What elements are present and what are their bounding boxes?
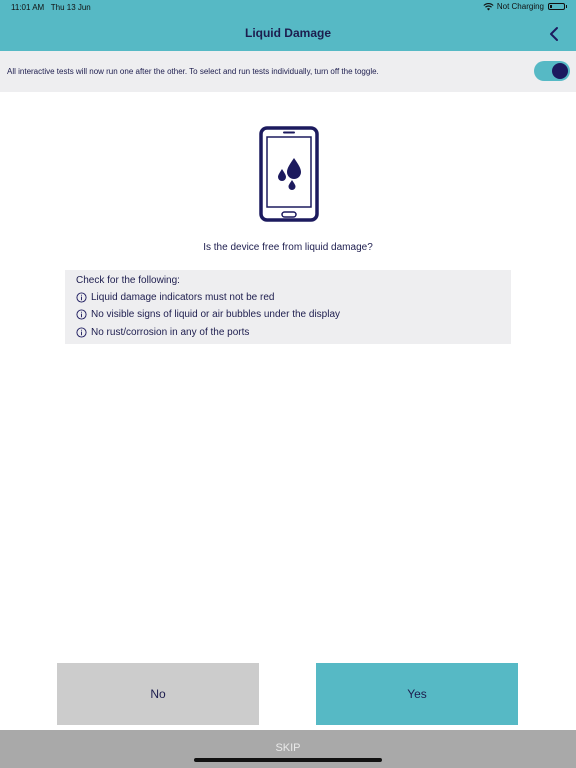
- wifi-icon: [483, 3, 494, 11]
- sequential-mode-banner: All interactive tests will now run one a…: [0, 51, 576, 92]
- status-time: 11:01 AM Thu 13 Jun: [11, 3, 91, 12]
- checklist-item: No rust/corrosion in any of the ports: [76, 327, 249, 338]
- yes-button[interactable]: Yes: [316, 663, 518, 725]
- banner-text: All interactive tests will now run one a…: [7, 67, 379, 76]
- sequential-mode-toggle[interactable]: [534, 61, 570, 81]
- app-header: 11:01 AM Thu 13 Jun Not Charging Liquid …: [0, 0, 576, 51]
- charging-status: Not Charging: [496, 2, 544, 11]
- phone-liquid-drops-icon: [259, 126, 319, 222]
- info-icon: [76, 309, 87, 320]
- checklist-item-label: No visible signs of liquid or air bubble…: [91, 309, 341, 320]
- battery-icon: [548, 3, 567, 10]
- inspection-checklist: Check for the following: Liquid damage i…: [65, 270, 511, 344]
- skip-button[interactable]: SKIP: [0, 742, 576, 754]
- checklist-item: No visible signs of liquid or air bubble…: [76, 309, 340, 320]
- info-icon: [76, 327, 87, 338]
- info-icon: [76, 292, 87, 303]
- page-title: Liquid Damage: [244, 26, 331, 40]
- liquid-damage-question: Is the device free from liquid damage?: [203, 242, 373, 253]
- home-indicator[interactable]: [194, 758, 382, 762]
- toggle-knob: [552, 63, 568, 79]
- checklist-item: Liquid damage indicators must not be red: [76, 292, 274, 303]
- status-indicators: Not Charging: [483, 2, 567, 11]
- no-button[interactable]: No: [57, 663, 259, 725]
- checklist-item-label: No rust/corrosion in any of the ports: [91, 327, 250, 338]
- chevron-left-icon[interactable]: [546, 25, 562, 43]
- checklist-item-label: Liquid damage indicators must not be red: [91, 292, 275, 303]
- checklist-heading: Check for the following:: [76, 275, 180, 286]
- skip-bar: SKIP: [0, 730, 576, 768]
